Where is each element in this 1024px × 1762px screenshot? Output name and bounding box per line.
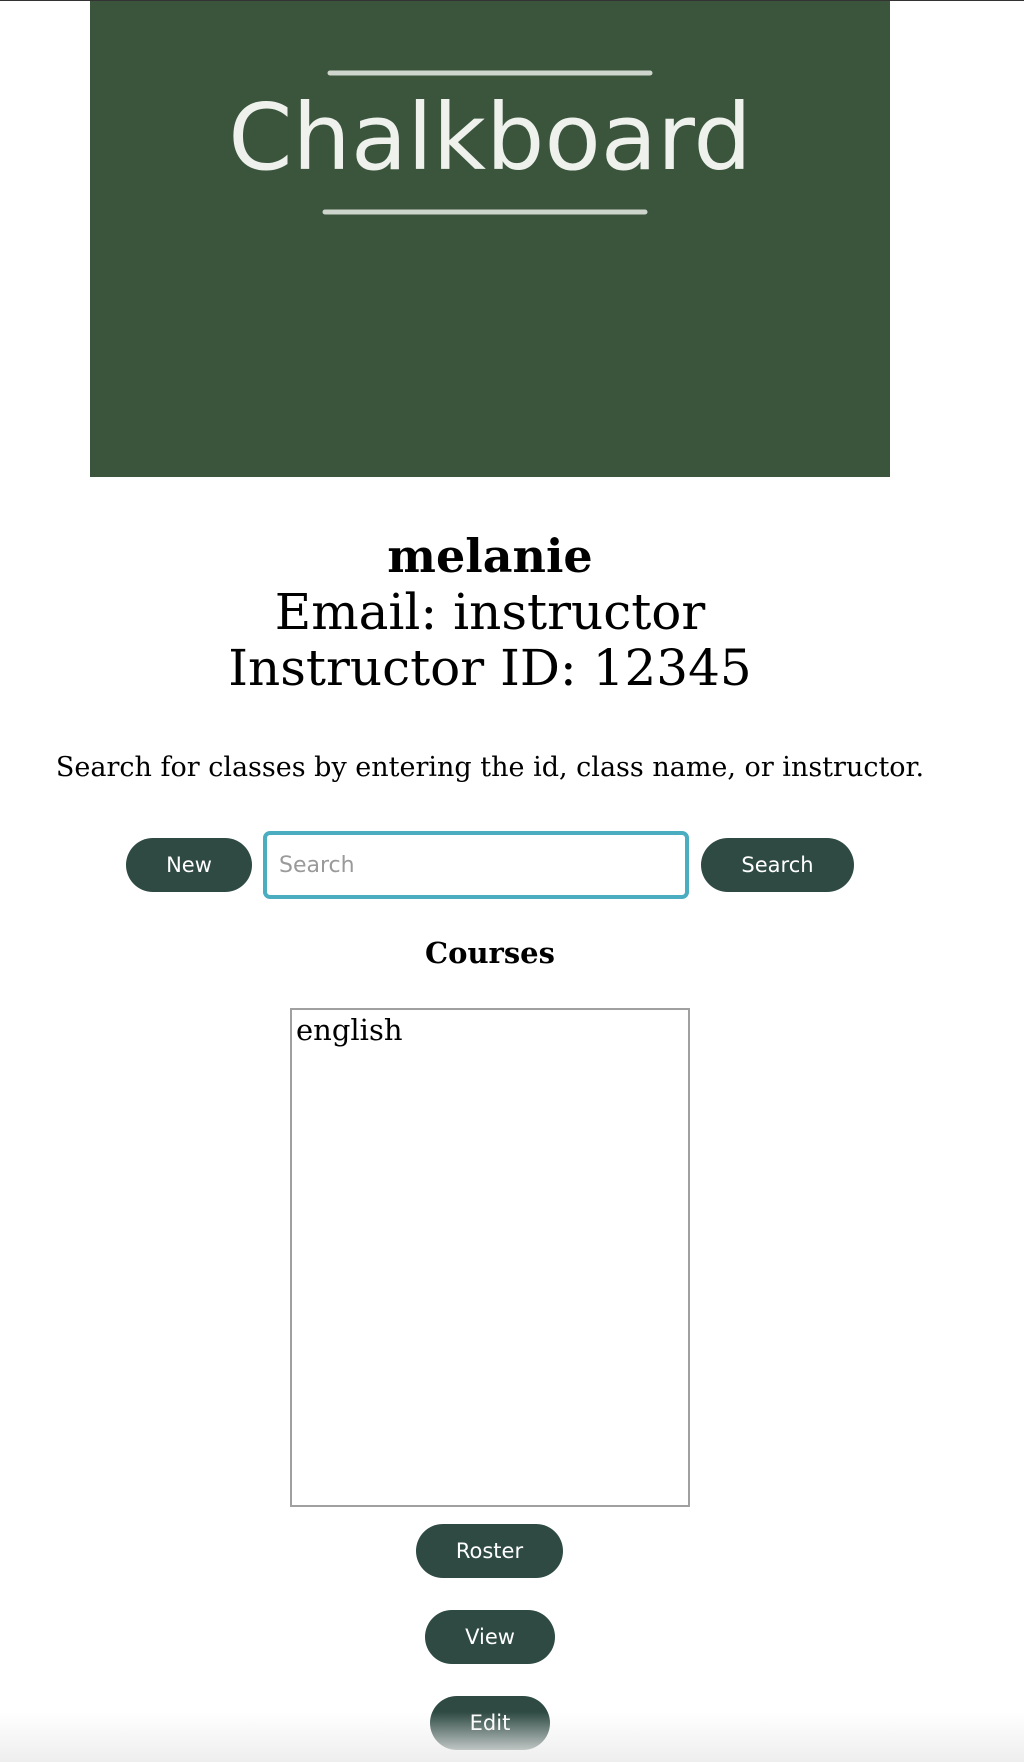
logo-text: Chalkboard [228, 84, 751, 191]
chalkboard-banner: Chalkboard [90, 1, 890, 477]
search-input[interactable] [263, 831, 689, 899]
user-name: melanie [387, 529, 593, 583]
search-button[interactable]: Search [701, 838, 854, 892]
edit-button[interactable]: Edit [430, 1696, 550, 1750]
search-help-text: Search for classes by entering the id, c… [55, 752, 925, 783]
roster-button[interactable]: Roster [416, 1524, 563, 1578]
chalkboard-logo: Chalkboard [228, 70, 752, 215]
courses-listbox[interactable]: english [290, 1008, 690, 1507]
view-button[interactable]: View [425, 1610, 555, 1664]
course-item[interactable]: english [296, 1012, 684, 1048]
courses-heading: Courses [425, 936, 555, 970]
profile-info: melanie Email: instructor Instructor ID:… [0, 528, 980, 696]
instructor-id: Instructor ID: 12345 [228, 639, 752, 697]
user-email: Email: instructor [274, 583, 706, 641]
new-button[interactable]: New [126, 838, 252, 892]
